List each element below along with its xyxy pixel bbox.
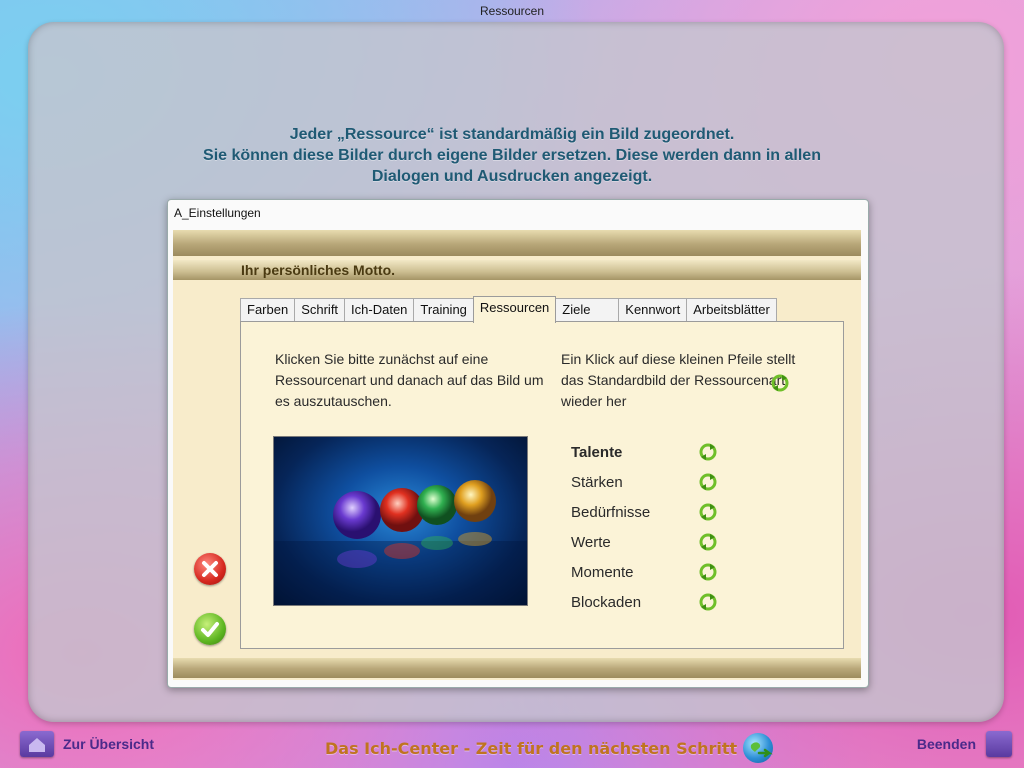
tab-ziele[interactable]: Ziele: [555, 298, 620, 321]
header-band: [173, 230, 861, 256]
globe-icon[interactable]: [743, 733, 774, 763]
cancel-x-icon: [202, 561, 218, 577]
home-icon: [20, 731, 54, 757]
footer-band: [173, 658, 861, 678]
refresh-arrows-icon[interactable]: [699, 593, 717, 611]
resource-label[interactable]: Stärken: [571, 474, 699, 491]
headline-line-1: Jeder „Ressource“ ist standardmäßig ein …: [289, 126, 735, 143]
tab-schrift[interactable]: Schrift: [294, 298, 346, 321]
overview-label: Zur Übersicht: [63, 736, 155, 752]
resource-list: Talente Stärken Bedürfnisse Werte Moment…: [571, 437, 761, 617]
headline-line-2: Sie können diese Bilder durch eigene Bil…: [203, 147, 821, 164]
tab-arbeitsblaetter[interactable]: Arbeitsblätter: [686, 298, 777, 321]
refresh-arrows-icon[interactable]: [699, 443, 717, 461]
resource-label[interactable]: Bedürfnisse: [571, 504, 699, 521]
instruction-right: Ein Klick auf diese kleinen Pfeile stell…: [561, 351, 796, 409]
resource-label[interactable]: Talente: [571, 444, 699, 461]
resource-label[interactable]: Blockaden: [571, 594, 699, 611]
list-item[interactable]: Talente: [571, 437, 761, 467]
tab-kennwort[interactable]: Kennwort: [618, 298, 688, 321]
list-item[interactable]: Blockaden: [571, 587, 761, 617]
list-item[interactable]: Momente: [571, 557, 761, 587]
motto-label[interactable]: Ihr persönliches Motto.: [241, 262, 395, 278]
window-title: Ressourcen: [479, 4, 545, 18]
settings-dialog: A_Einstellungen Ihr persönliches Motto. …: [167, 199, 869, 688]
list-item[interactable]: Bedürfnisse: [571, 497, 761, 527]
resource-label[interactable]: Werte: [571, 534, 699, 551]
tab-ressourcen[interactable]: Ressourcen: [472, 296, 557, 323]
checkmark-icon: [201, 622, 219, 637]
resource-label[interactable]: Momente: [571, 564, 699, 581]
quit-button[interactable]: Beenden: [917, 731, 1012, 757]
overview-button[interactable]: Zur Übersicht: [20, 731, 154, 757]
refresh-arrows-icon[interactable]: [699, 533, 717, 551]
resource-image[interactable]: [273, 436, 528, 606]
headline: Jeder „Ressource“ ist standardmäßig ein …: [0, 124, 1024, 187]
dialog-body: Ihr persönliches Motto. Farben Schrift I…: [173, 230, 861, 680]
ressourcen-panel: Klicken Sie bitte zunächst auf eine Ress…: [240, 321, 844, 649]
refresh-arrows-icon[interactable]: [699, 563, 717, 581]
headline-line-3: Dialogen und Ausdrucken angezeigt.: [371, 168, 653, 185]
brand-area: Das Ich-Center - Zeit für den nächsten S…: [325, 733, 774, 763]
refresh-arrows-icon: [771, 374, 789, 392]
list-item[interactable]: Stärken: [571, 467, 761, 497]
list-item[interactable]: Werte: [571, 527, 761, 557]
dialog-title: A_Einstellungen: [174, 206, 261, 220]
tab-ich-daten[interactable]: Ich-Daten: [344, 298, 415, 321]
settings-tabs: Farben Schrift Ich-Daten Training Ressou…: [240, 296, 777, 323]
refresh-arrows-icon[interactable]: [699, 473, 717, 491]
tab-farben[interactable]: Farben: [240, 298, 296, 321]
quit-label: Beenden: [916, 736, 976, 752]
tab-training[interactable]: Training: [413, 298, 474, 321]
cancel-button[interactable]: [194, 553, 226, 585]
ok-button[interactable]: [194, 613, 226, 645]
exit-icon: [986, 731, 1012, 757]
instruction-left: Klicken Sie bitte zunächst auf eine Ress…: [275, 351, 544, 409]
refresh-arrows-icon[interactable]: [699, 503, 717, 521]
brand-title: Das Ich-Center - Zeit für den nächsten S…: [325, 738, 738, 758]
